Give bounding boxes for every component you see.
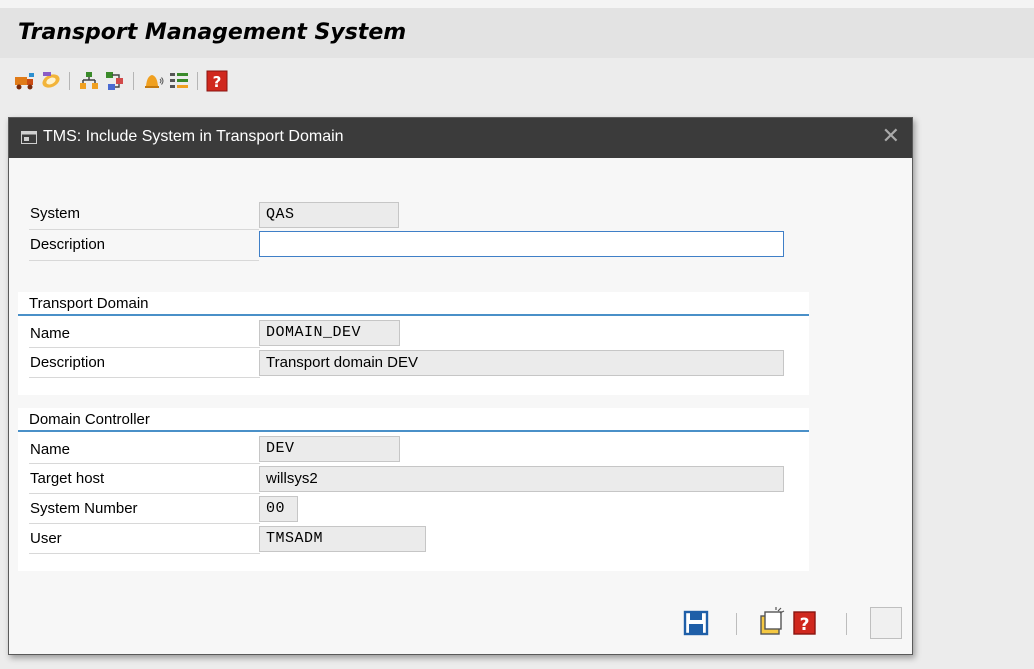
domain-controller-group: Domain Controller Name DEV Target host w… <box>18 408 809 571</box>
user-field: TMSADM <box>259 526 426 552</box>
save-icon <box>683 610 709 636</box>
dialog-header: TMS: Include System in Transport Domain … <box>9 118 912 158</box>
system-number-field: 00 <box>259 496 298 522</box>
transport-domain-title: Transport Domain <box>29 295 149 312</box>
target-host-label: Target host <box>30 470 105 487</box>
controller-name-field: DEV <box>259 436 400 462</box>
include-system-dialog: TMS: Include System in Transport Domain … <box>8 117 913 655</box>
controller-name-label: Name <box>30 441 71 458</box>
row-divider <box>29 347 260 348</box>
transport-truck-icon[interactable] <box>14 70 36 92</box>
system-overview-icon[interactable] <box>78 70 100 92</box>
svg-text:?: ? <box>800 615 810 635</box>
dialog-help-button[interactable]: ? <box>788 607 820 639</box>
row-divider <box>29 523 260 524</box>
import-queue-icon[interactable] <box>168 70 190 92</box>
domain-description-field: Transport domain DEV <box>259 350 784 376</box>
toolbar-separator <box>133 72 134 90</box>
domain-name-field: DOMAIN_DEV <box>259 320 400 346</box>
description-label: Description <box>30 236 106 253</box>
domain-name-label: Name <box>30 325 71 342</box>
user-label: User <box>30 530 62 547</box>
row-divider <box>29 229 259 230</box>
system-label: System <box>30 205 81 222</box>
toolbar-separator <box>69 72 70 90</box>
close-icon[interactable]: ✕ <box>882 125 900 147</box>
footer-separator <box>736 613 737 635</box>
new-entry-button[interactable] <box>756 607 788 639</box>
row-divider <box>29 377 260 378</box>
save-button[interactable] <box>680 607 712 639</box>
dialog-title: TMS: Include System in Transport Domain <box>43 128 344 145</box>
toolbar-separator <box>197 72 198 90</box>
title-bar: Transport Management System <box>0 8 1034 58</box>
help-icon: ? <box>793 611 816 635</box>
system-number-label: System Number <box>30 500 138 517</box>
domain-description-label: Description <box>30 354 106 371</box>
dialog-window-icon <box>21 131 37 144</box>
help-icon[interactable]: ? <box>206 70 228 92</box>
row-divider <box>29 493 260 494</box>
domain-controller-title: Domain Controller <box>29 411 150 428</box>
transport-domain-group: Transport Domain Name DOMAIN_DEV Descrip… <box>18 292 809 395</box>
footer-separator <box>846 613 847 635</box>
window-top-strip <box>0 0 1034 8</box>
page-title: Transport Management System <box>18 20 407 45</box>
domain-controller-heading: Domain Controller <box>18 408 809 432</box>
svg-text:?: ? <box>213 73 222 91</box>
transport-domain-heading: Transport Domain <box>18 292 809 316</box>
row-divider <box>29 260 259 261</box>
alert-bell-icon[interactable] <box>142 70 164 92</box>
transport-routes-icon[interactable] <box>40 70 62 92</box>
transport-routes-config-icon[interactable] <box>104 70 126 92</box>
row-divider <box>29 463 260 464</box>
empty-button[interactable] <box>870 607 902 639</box>
system-field: QAS <box>259 202 399 228</box>
description-input[interactable] <box>259 231 784 257</box>
new-entry-icon <box>760 607 785 635</box>
row-divider <box>29 553 260 554</box>
dialog-body: System QAS Description Transport Domain … <box>9 158 912 654</box>
target-host-field: willsys2 <box>259 466 784 492</box>
